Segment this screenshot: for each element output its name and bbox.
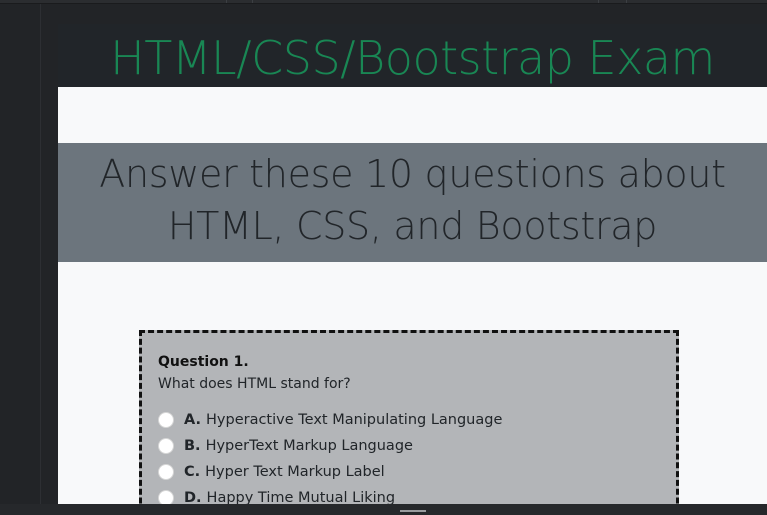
page-title: HTML/CSS/Bootstrap Exam <box>110 31 715 85</box>
option-letter: D. <box>184 490 202 504</box>
banner-line-2: HTML, CSS, and Bootstrap <box>167 204 658 248</box>
tab-separator <box>226 0 227 3</box>
tab-separator <box>598 0 599 3</box>
window-top-strip <box>0 0 767 4</box>
option-text: Hyperactive Text Manipulating Language <box>206 412 503 428</box>
answer-option-d[interactable]: D. Happy Time Mutual Liking <box>158 485 660 504</box>
answer-option-b[interactable]: B. HyperText Markup Language <box>158 433 660 459</box>
radio-button[interactable] <box>158 464 174 480</box>
answer-option-a[interactable]: A. Hyperactive Text Manipulating Languag… <box>158 407 660 433</box>
option-text: HyperText Markup Language <box>205 438 413 454</box>
option-letter: C. <box>184 464 201 480</box>
left-side-panel <box>0 4 58 515</box>
question-heading: Question 1. <box>158 354 249 370</box>
option-text: Happy Time Mutual Liking <box>206 490 396 504</box>
banner-heading: Answer these 10 questions about HTML, CS… <box>58 148 767 252</box>
answer-option-c[interactable]: C. Hyper Text Markup Label <box>158 459 660 485</box>
banner-line-1: Answer these 10 questions about <box>99 152 726 196</box>
option-text: Hyper Text Markup Label <box>205 464 385 480</box>
tab-separator <box>626 0 627 3</box>
panel-divider <box>40 4 41 504</box>
radio-button[interactable] <box>158 490 174 504</box>
question-prompt: What does HTML stand for? <box>158 376 351 392</box>
intro-banner: Answer these 10 questions about HTML, CS… <box>58 143 767 262</box>
question-card: Question 1. What does HTML stand for? A.… <box>139 330 679 504</box>
tab-separator <box>252 0 253 3</box>
page-header: HTML/CSS/Bootstrap Exam <box>58 24 767 87</box>
radio-button[interactable] <box>158 438 174 454</box>
page-content: Answer these 10 questions about HTML, CS… <box>58 87 767 504</box>
option-letter: A. <box>184 412 201 428</box>
scroll-handle[interactable] <box>400 510 426 512</box>
bottom-scrollbar[interactable] <box>0 504 767 515</box>
radio-button[interactable] <box>158 412 174 428</box>
option-letter: B. <box>184 438 201 454</box>
